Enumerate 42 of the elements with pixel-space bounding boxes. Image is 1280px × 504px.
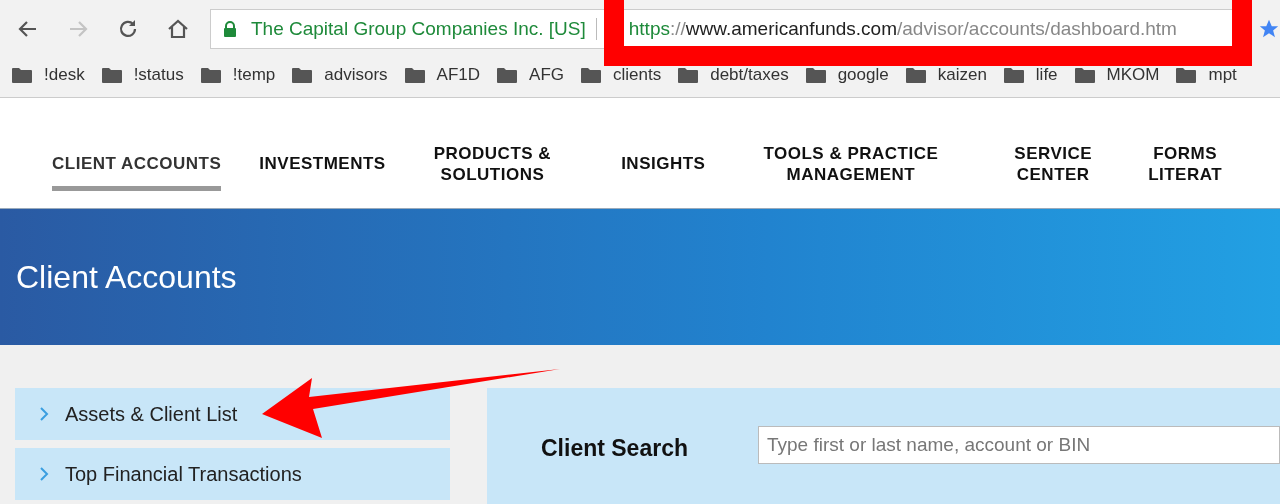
folder-icon bbox=[1003, 67, 1024, 83]
url-text: https://www.americanfunds.com/advisor/accounts/dashboard.htm bbox=[628, 18, 1177, 40]
bookmark-folder[interactable]: mpt bbox=[1176, 65, 1237, 85]
bookmark-folder[interactable]: debt/taxes bbox=[678, 65, 789, 85]
page-title: Client Accounts bbox=[16, 258, 237, 296]
folder-icon bbox=[101, 67, 122, 83]
folder-icon bbox=[12, 67, 32, 83]
nav-tab[interactable]: FORMS LITERAT bbox=[1148, 122, 1223, 202]
accordion-item[interactable]: Top Financial Transactions bbox=[15, 448, 450, 500]
folder-icon bbox=[581, 67, 601, 83]
bookmark-folder[interactable]: MKOM bbox=[1074, 65, 1160, 85]
bookmark-folder[interactable]: clients bbox=[581, 65, 662, 85]
home-icon[interactable] bbox=[166, 17, 190, 41]
nav-tab[interactable]: INSIGHTS bbox=[621, 133, 706, 191]
folder-icon bbox=[1074, 67, 1095, 83]
bookmark-folder[interactable]: AF1D bbox=[404, 65, 481, 85]
folder-icon bbox=[292, 67, 313, 83]
bookmark-folder[interactable]: !status bbox=[101, 65, 184, 85]
folder-icon bbox=[805, 67, 826, 83]
folder-icon bbox=[678, 67, 699, 83]
folder-icon bbox=[404, 67, 425, 83]
nav-tab[interactable]: PRODUCTS & SOLUTIONS bbox=[433, 122, 552, 202]
bookmark-folder[interactable]: !temp bbox=[200, 65, 276, 85]
client-search-field[interactable]: Type first or last name, account or BIN bbox=[758, 426, 1280, 464]
bookmark-folder[interactable]: google bbox=[805, 65, 889, 85]
star-icon[interactable] bbox=[1258, 18, 1280, 40]
secure-site-label: The Capital Group Companies Inc. [US] bbox=[251, 18, 586, 40]
folder-icon bbox=[200, 67, 221, 83]
bookmark-folder[interactable]: advisors bbox=[292, 65, 388, 85]
nav-tab[interactable]: INVESTMENTS bbox=[259, 133, 386, 191]
bookmark-folder[interactable]: life bbox=[1003, 65, 1058, 85]
bookmark-folder[interactable]: AFG bbox=[497, 65, 564, 85]
panel-title: Client Search bbox=[541, 434, 689, 462]
bookmark-folder[interactable]: !desk bbox=[12, 65, 85, 85]
nav-tab[interactable]: SERVICE CENTER bbox=[1014, 122, 1093, 202]
folder-icon bbox=[1176, 67, 1197, 83]
lock-icon bbox=[223, 21, 237, 37]
bookmark-folder[interactable]: kaizen bbox=[905, 65, 987, 85]
folder-icon bbox=[497, 67, 518, 83]
folder-icon bbox=[905, 67, 926, 83]
nav-tab[interactable]: TOOLS & PRACTICE MANAGEMENT bbox=[763, 122, 939, 202]
nav-tab[interactable]: CLIENT ACCOUNTS bbox=[52, 133, 222, 191]
